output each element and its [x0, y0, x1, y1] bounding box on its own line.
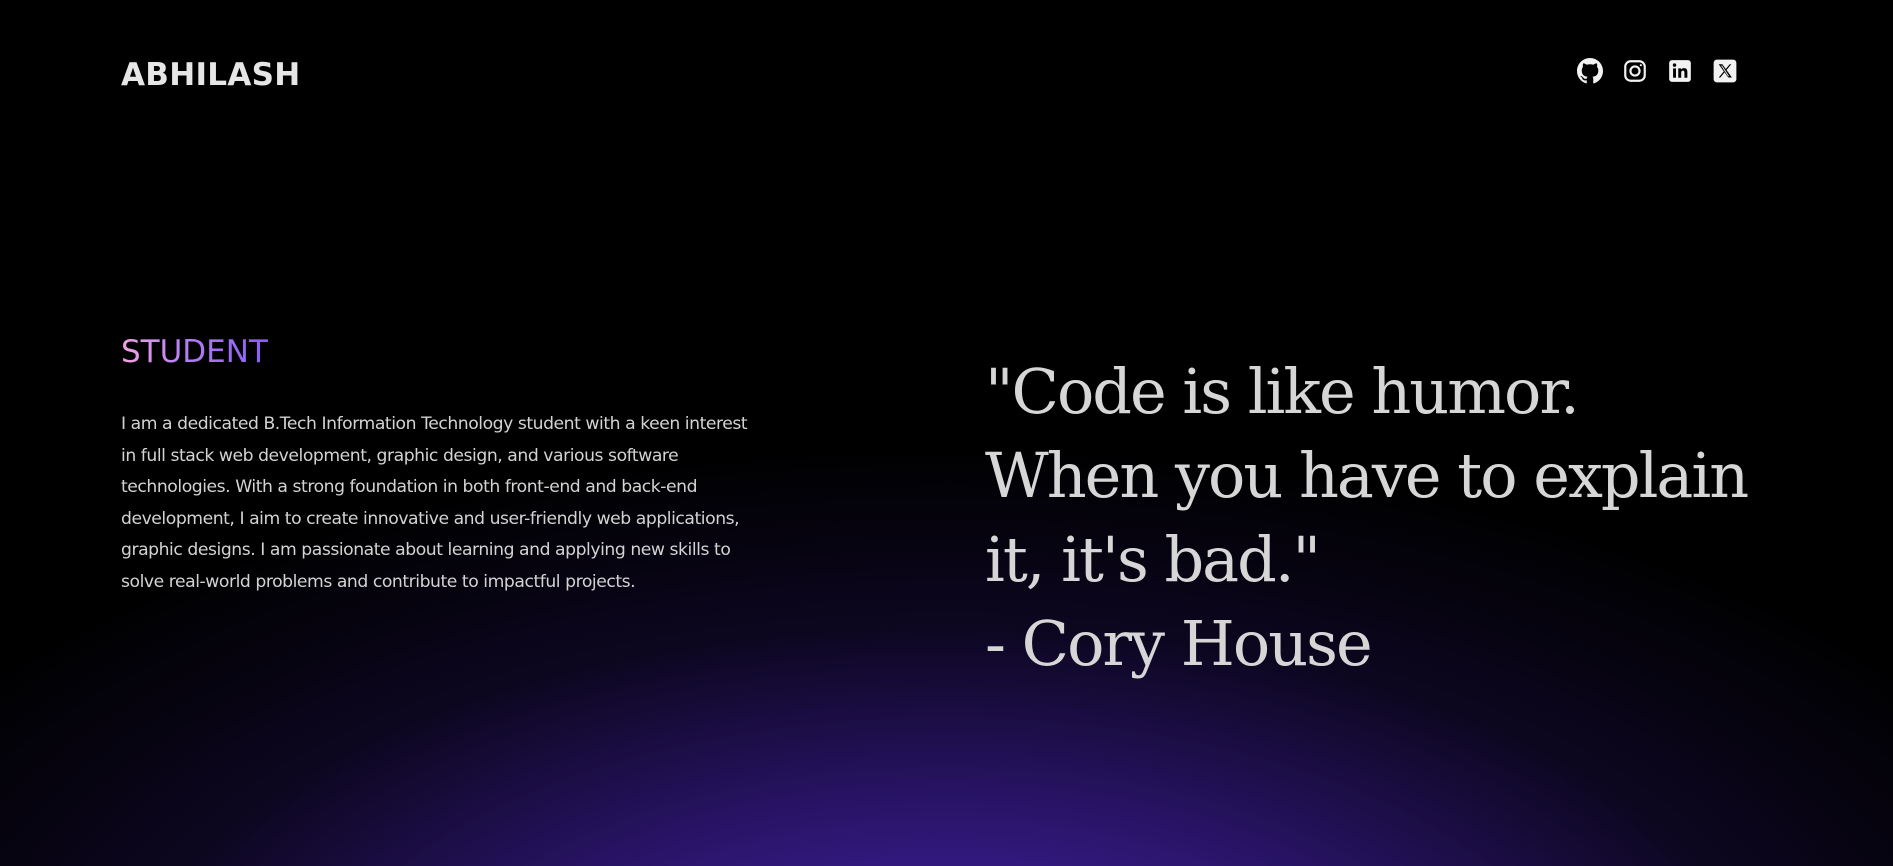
linkedin-link[interactable]	[1667, 58, 1693, 84]
brand-logo-text[interactable]: ABHILASH	[121, 52, 301, 98]
quote-line-2: When you have to explain	[985, 439, 1749, 512]
role-heading: STUDENT	[121, 330, 268, 374]
about-paragraph: I am a dedicated B.Tech Information Tech…	[121, 414, 748, 592]
featured-quote: "Code is like humor. When you have to ex…	[985, 350, 1785, 686]
linkedin-icon	[1669, 60, 1691, 82]
instagram-icon	[1624, 60, 1646, 82]
social-links	[1577, 58, 1738, 84]
instagram-link[interactable]	[1622, 58, 1648, 84]
quote-author: - Cory House	[985, 607, 1373, 680]
x-link[interactable]	[1712, 58, 1738, 84]
github-link[interactable]	[1577, 58, 1603, 84]
quote-line-3: it, it's bad."	[985, 523, 1321, 596]
github-icon	[1577, 58, 1603, 84]
quote-line-1: "Code is like humor.	[985, 355, 1580, 428]
x-icon	[1713, 59, 1737, 83]
